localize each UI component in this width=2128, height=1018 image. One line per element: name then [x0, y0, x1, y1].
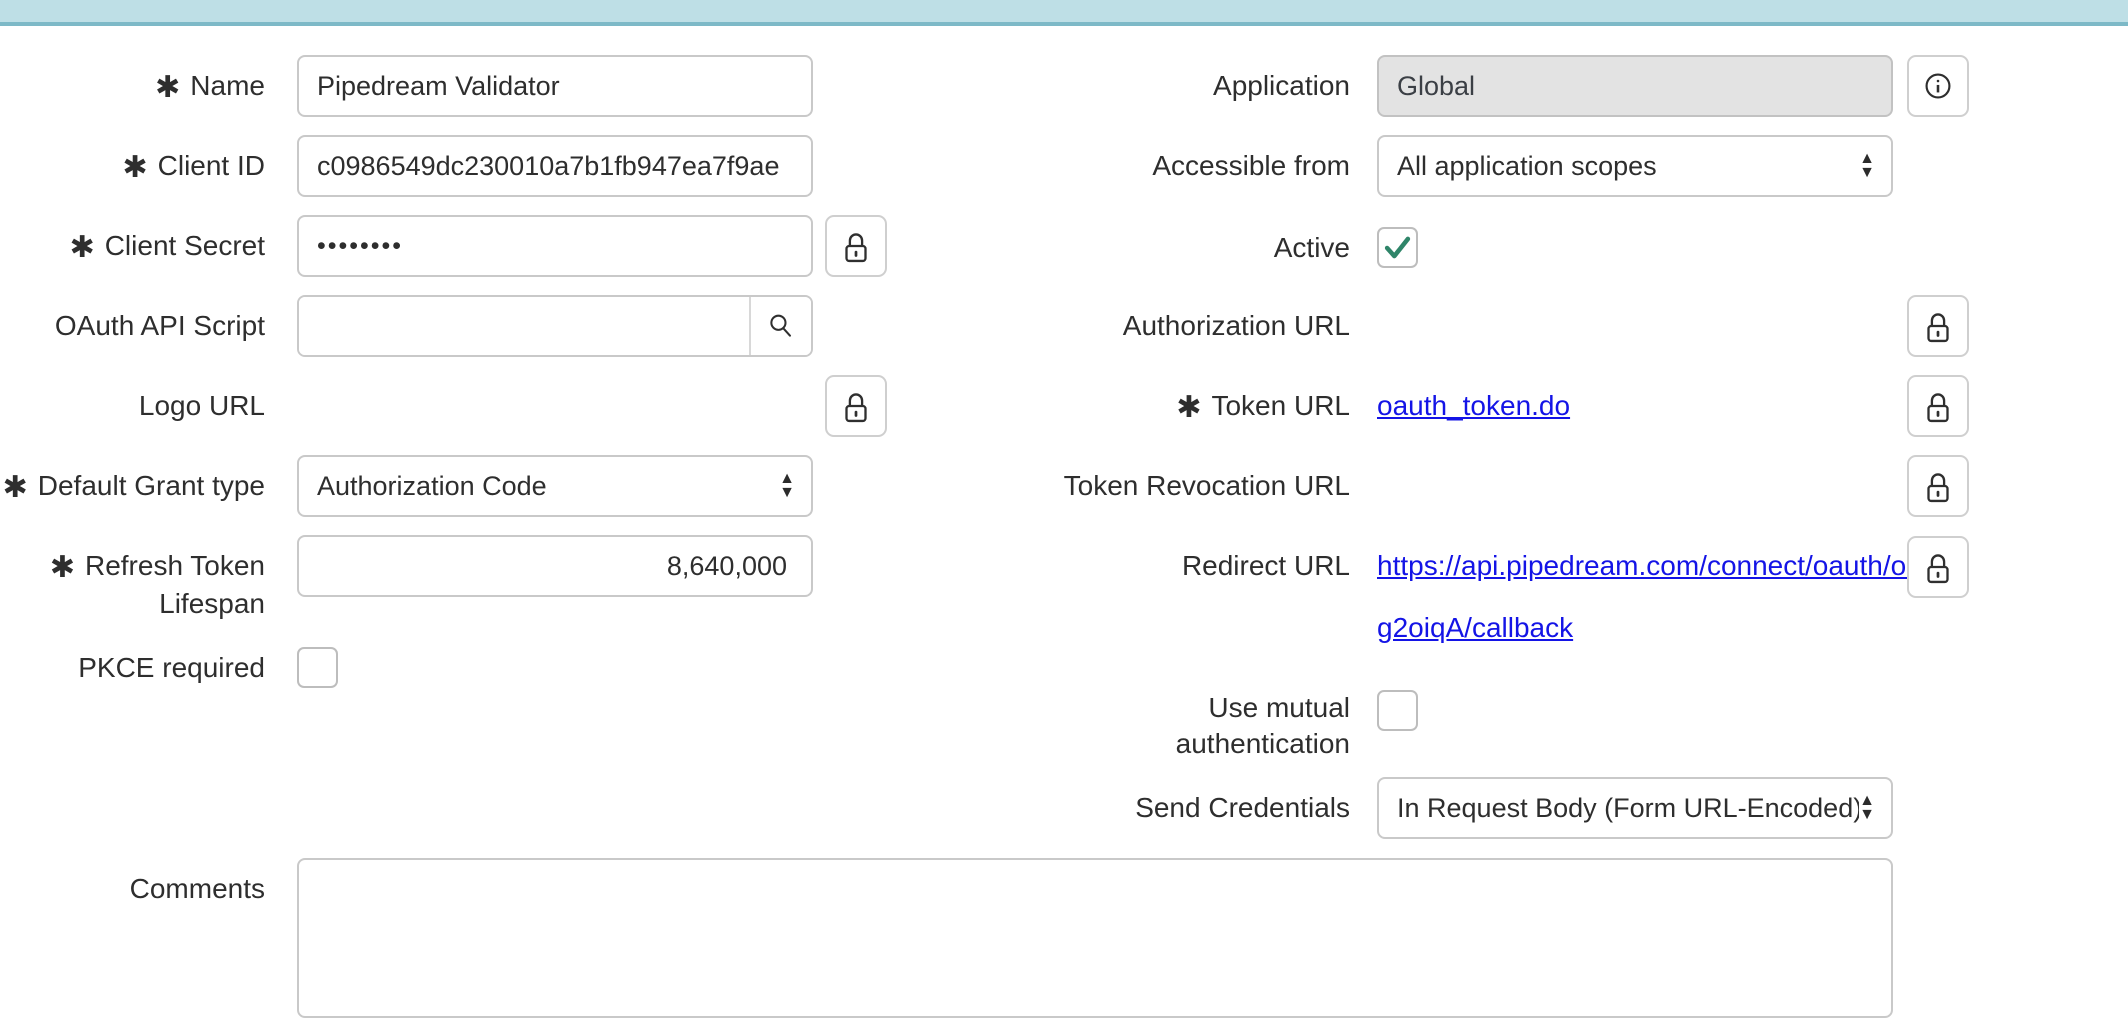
lock-icon	[1919, 548, 1957, 586]
token-url-link[interactable]: oauth_token.do	[1377, 375, 1897, 437]
client-id-label: ✱Client ID	[0, 135, 265, 197]
client-id-input[interactable]	[297, 135, 813, 197]
application-label: Application	[1030, 55, 1350, 117]
select-arrows-icon: ▲▼	[1859, 152, 1875, 180]
use-mutual-authentication-checkbox[interactable]	[1377, 690, 1418, 731]
info-icon	[1918, 66, 1958, 106]
client-secret-label: ✱Client Secret	[0, 215, 265, 277]
send-credentials-select[interactable]: In Request Body (Form URL-Encoded) ▲▼	[1377, 777, 1893, 839]
comments-textarea[interactable]	[297, 858, 1893, 1018]
accessible-from-label: Accessible from	[1030, 135, 1350, 197]
oauth-api-script-label: OAuth API Script	[0, 295, 265, 357]
name-input[interactable]	[297, 55, 813, 117]
refresh-token-lifespan-label: ✱Refresh Token Lifespan	[0, 548, 265, 622]
application-field[interactable]	[1377, 55, 1893, 117]
checkmark-icon	[1379, 229, 1416, 266]
select-arrows-icon: ▲▼	[1859, 794, 1875, 822]
lock-icon	[837, 387, 875, 425]
redirect-url-lock-button[interactable]	[1907, 536, 1969, 598]
application-info-button[interactable]	[1907, 55, 1969, 117]
authorization-url-label: Authorization URL	[1030, 295, 1350, 357]
redirect-url-link[interactable]: https://api.pipedream.com/connect/oauth/…	[1377, 535, 1897, 659]
token-url-lock-button[interactable]	[1907, 375, 1969, 437]
mandatory-icon: ✱	[70, 231, 95, 264]
name-label: ✱Name	[0, 55, 265, 117]
refresh-token-lifespan-input[interactable]	[297, 535, 813, 597]
lock-icon	[837, 227, 875, 265]
reference-lookup-button[interactable]	[749, 297, 811, 355]
mandatory-icon: ✱	[122, 151, 147, 184]
token-url-label: ✱Token URL	[1030, 375, 1350, 437]
mandatory-icon: ✱	[1176, 391, 1201, 424]
mandatory-icon: ✱	[155, 71, 180, 104]
lock-icon	[1919, 387, 1957, 425]
accessible-from-select[interactable]: All application scopes ▲▼	[1377, 135, 1893, 197]
default-grant-type-label: ✱Default Grant type	[0, 455, 265, 517]
comments-label: Comments	[0, 858, 265, 920]
active-label: Active	[1030, 227, 1350, 268]
form-header-strip	[0, 0, 2128, 26]
use-mutual-authentication-label: Use mutual authentication	[1030, 690, 1350, 762]
redirect-url-label: Redirect URL	[1030, 535, 1350, 597]
logo-url-label: Logo URL	[0, 375, 265, 437]
client-secret-lock-button[interactable]	[825, 215, 887, 277]
authorization-url-lock-button[interactable]	[1907, 295, 1969, 357]
oauth-api-script-input[interactable]	[299, 297, 749, 355]
logo-url-lock-button[interactable]	[825, 375, 887, 437]
pkce-required-checkbox[interactable]	[297, 647, 338, 688]
oauth-api-script-field	[297, 295, 813, 357]
token-revocation-url-lock-button[interactable]	[1907, 455, 1969, 517]
active-checkbox[interactable]	[1377, 227, 1418, 268]
client-secret-input[interactable]	[297, 215, 813, 277]
pkce-required-label: PKCE required	[0, 647, 265, 688]
mandatory-icon: ✱	[50, 551, 75, 584]
select-arrows-icon: ▲▼	[779, 472, 795, 500]
search-icon	[763, 308, 799, 344]
lock-icon	[1919, 467, 1957, 505]
default-grant-type-select[interactable]: Authorization Code ▲▼	[297, 455, 813, 517]
token-revocation-url-label: Token Revocation URL	[1030, 455, 1350, 517]
mandatory-icon: ✱	[3, 471, 28, 504]
lock-icon	[1919, 307, 1957, 345]
send-credentials-label: Send Credentials	[1030, 777, 1350, 839]
